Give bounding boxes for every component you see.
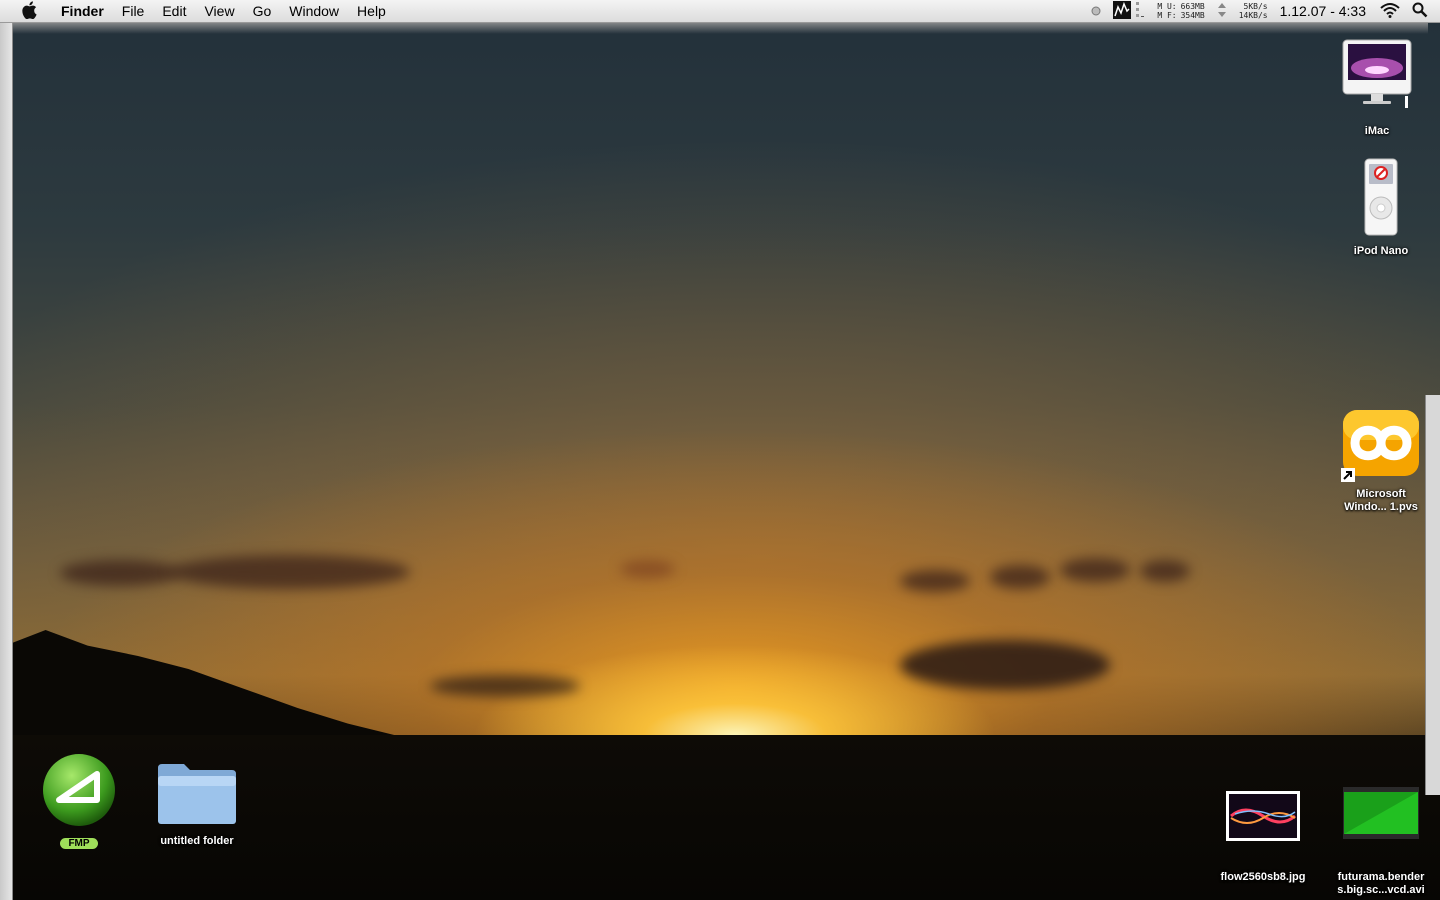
- menu-extras: M U: M F: 663MB 354MB 5KB/s 14KB/s 1.12.…: [1091, 0, 1440, 22]
- desktop-icon-futurama-avi[interactable]: futurama.bender s.big.sc...vcd.avi: [1321, 786, 1440, 897]
- network-updown-icon: [1217, 2, 1227, 21]
- folder-icon: [156, 760, 238, 831]
- apple-menu[interactable]: [18, 0, 40, 22]
- desktop-icon-label: FMP: [60, 838, 98, 849]
- desktop-icon-label-line1: futurama.bender: [1337, 871, 1425, 883]
- disk-activity-icon: [1135, 1, 1145, 22]
- desktop-icon-label: flow2560sb8.jpg: [1220, 871, 1306, 883]
- network-arrows: [1217, 2, 1227, 21]
- desktop-screen: Finder File Edit View Go Window Help M U…: [0, 0, 1440, 900]
- menu-help[interactable]: Help: [348, 0, 395, 22]
- alias-arrow-icon: [1341, 468, 1355, 487]
- menu-edit[interactable]: Edit: [153, 0, 195, 22]
- video-file-icon: [1342, 786, 1420, 845]
- wallpaper-cloud: [1140, 560, 1190, 582]
- wallpaper-cloud: [620, 560, 675, 578]
- menu-view[interactable]: View: [195, 0, 243, 22]
- wallpaper-cloud: [170, 555, 410, 589]
- menu-bar: Finder File Edit View Go Window Help M U…: [0, 0, 1440, 23]
- cpu-graph-icon: [1113, 0, 1132, 22]
- ipod-nano-icon: [1364, 158, 1398, 241]
- wifi-menu[interactable]: [1380, 2, 1400, 21]
- menu-clock[interactable]: 1.12.07 - 4:33: [1280, 3, 1366, 19]
- memory-used-label: U:: [1166, 2, 1177, 11]
- desktop-icon-untitled-folder[interactable]: untitled folder: [137, 760, 257, 848]
- desktop-icon-ipod-nano[interactable]: iPod Nano: [1321, 158, 1440, 258]
- imac-icon: [1341, 38, 1413, 115]
- desktop-icon-flow-jpg[interactable]: flow2560sb8.jpg: [1203, 790, 1323, 884]
- network-rates: 5KB/s 14KB/s: [1239, 2, 1268, 20]
- desktop-icon-label: iPod Nano: [1353, 245, 1409, 257]
- parallels-icon: [1341, 408, 1421, 486]
- fmp-app-icon: [41, 752, 117, 833]
- search-icon: [1412, 2, 1428, 21]
- image-file-icon: [1225, 790, 1301, 847]
- spotlight-menu[interactable]: [1412, 2, 1428, 21]
- desktop-icon-label-line1: Microsoft: [1356, 488, 1406, 500]
- menu-go[interactable]: Go: [244, 0, 281, 22]
- desktop-icon-label-line2: s.big.sc...vcd.avi: [1337, 884, 1425, 896]
- memory-monitor-menu[interactable]: M U: M F: 663MB 354MB: [1157, 2, 1204, 20]
- wallpaper-cloud: [1060, 558, 1130, 582]
- wallpaper-cloud: [60, 560, 180, 586]
- desktop-icon-label-line2: Windo... 1.pvs: [1344, 501, 1418, 513]
- wallpaper-cloud: [990, 565, 1050, 589]
- menu-finder[interactable]: Finder: [52, 0, 113, 22]
- network-up-rate: 5KB/s: [1243, 2, 1268, 11]
- desktop-icon-label: Microsoft Windo... 1.pvs: [1344, 488, 1418, 514]
- status-dot-icon: [1091, 3, 1101, 19]
- wallpaper-cloud: [900, 640, 1110, 690]
- status-dot-menu[interactable]: [1091, 3, 1101, 19]
- memory-values: 663MB 354MB: [1181, 2, 1205, 20]
- desktop-icon-label: iMac: [1364, 125, 1390, 137]
- apple-logo-icon: [21, 0, 37, 22]
- background-window-toolbar-edge: [12, 22, 1428, 34]
- background-window-edge-left[interactable]: [0, 22, 13, 900]
- desktop-icon-imac[interactable]: iMac: [1317, 38, 1437, 138]
- network-monitor-menu[interactable]: 5KB/s 14KB/s: [1239, 2, 1268, 20]
- cpu-monitor-menu[interactable]: [1113, 0, 1145, 22]
- desktop-icon-label: untitled folder: [160, 835, 234, 847]
- memory-free-label: F:: [1166, 11, 1177, 20]
- desktop-icon-parallels-vm[interactable]: Microsoft Windo... 1.pvs: [1321, 408, 1440, 514]
- menu-file[interactable]: File: [113, 0, 154, 22]
- wallpaper-cloud: [430, 675, 580, 697]
- memory-labels: M U: M F:: [1157, 2, 1177, 20]
- wallpaper-cloud: [900, 570, 970, 592]
- memory-free: 354MB: [1180, 11, 1205, 20]
- wifi-icon: [1380, 2, 1400, 21]
- desktop-icon-label: futurama.bender s.big.sc...vcd.avi: [1337, 871, 1424, 897]
- menu-window[interactable]: Window: [280, 0, 348, 22]
- desktop-icon-fmp[interactable]: FMP: [19, 752, 139, 850]
- network-down-rate: 14KB/s: [1238, 11, 1268, 20]
- desktop-icon-label-wrap: FMP: [60, 837, 98, 850]
- memory-used: 663MB: [1180, 2, 1205, 11]
